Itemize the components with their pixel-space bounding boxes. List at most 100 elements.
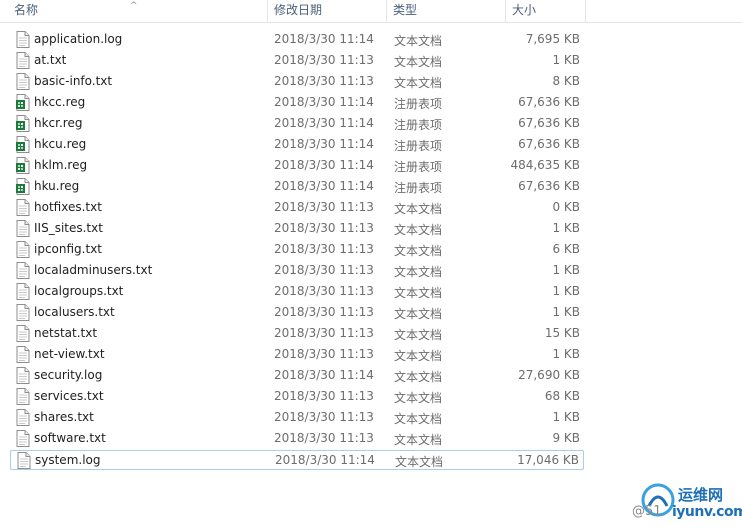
file-name: netstat.txt <box>34 326 98 340</box>
file-row[interactable]: hkcu.reg 2018/3/30 11:14 注册表项 67,636 KB <box>10 135 584 155</box>
file-modified: 2018/3/30 11:13 <box>274 200 374 214</box>
watermark-site-domain: iyunv.com <box>672 504 742 520</box>
file-row[interactable]: hkcc.reg 2018/3/30 11:14 注册表项 67,636 KB <box>10 93 584 113</box>
column-header-modified[interactable]: 修改日期 <box>268 0 387 22</box>
file-row[interactable]: services.txt 2018/3/30 11:13 文本文档 68 KB <box>10 387 584 407</box>
file-type: 注册表项 <box>394 181 443 195</box>
file-type: 文本文档 <box>394 391 443 405</box>
file-type: 文本文档 <box>394 286 443 300</box>
file-name: security.log <box>34 368 103 382</box>
file-row[interactable]: security.log 2018/3/30 11:14 文本文档 27,690 KB <box>10 366 584 386</box>
file-row[interactable]: hklm.reg 2018/3/30 11:14 注册表项 484,635 KB <box>10 156 584 176</box>
file-row[interactable]: hkcr.reg 2018/3/30 11:14 注册表项 67,636 KB <box>10 114 584 134</box>
file-size: 484,635 KB <box>510 158 580 172</box>
file-modified: 2018/3/30 11:13 <box>274 53 374 67</box>
file-name: hku.reg <box>34 179 80 193</box>
file-name: basic-info.txt <box>34 74 113 88</box>
column-header-name[interactable]: 名称 ^ <box>0 0 268 22</box>
file-size: 67,636 KB <box>518 137 580 151</box>
file-name: software.txt <box>34 431 106 445</box>
file-row[interactable]: localadminusers.txt 2018/3/30 11:13 文本文档 1 … <box>10 261 584 281</box>
file-row[interactable]: at.txt 2018/3/30 11:13 文本文档 1 KB <box>10 51 584 71</box>
file-size: 6 KB <box>552 242 580 256</box>
file-modified: 2018/3/30 11:14 <box>274 116 374 130</box>
file-row[interactable]: shares.txt 2018/3/30 11:13 文本文档 1 KB <box>10 408 584 428</box>
file-row[interactable]: net-view.txt 2018/3/30 11:13 文本文档 1 KB <box>10 345 584 365</box>
file-modified: 2018/3/30 11:13 <box>274 347 374 361</box>
file-type: 注册表项 <box>394 139 443 153</box>
file-modified: 2018/3/30 11:13 <box>274 284 374 298</box>
file-type: 文本文档 <box>394 34 443 48</box>
file-size: 27,690 KB <box>518 368 580 382</box>
file-modified: 2018/3/30 11:13 <box>274 410 374 424</box>
file-name: hotfixes.txt <box>34 200 102 214</box>
file-row[interactable]: basic-info.txt 2018/3/30 11:13 文本文档 8 KB <box>10 72 584 92</box>
file-type: 文本文档 <box>394 328 443 342</box>
file-type: 文本文档 <box>395 455 444 469</box>
file-type: 文本文档 <box>394 76 443 90</box>
watermark-prefix: @51 <box>632 504 662 519</box>
file-size: 1 KB <box>552 284 580 298</box>
file-size: 1 KB <box>552 347 580 361</box>
file-row[interactable]: ipconfig.txt 2018/3/30 11:13 文本文档 6 KB <box>10 240 584 260</box>
text-file-icon <box>17 452 31 469</box>
text-file-icon <box>16 325 30 342</box>
file-modified: 2018/3/30 11:13 <box>274 431 374 445</box>
file-name: hkcr.reg <box>34 116 83 130</box>
registry-file-icon <box>16 94 30 111</box>
file-type: 文本文档 <box>394 412 443 426</box>
file-name: net-view.txt <box>34 347 105 361</box>
registry-file-icon <box>16 115 30 132</box>
watermark: @51 运维网 iyunv.com <box>632 478 742 527</box>
column-header-bar: 名称 ^ 修改日期 类型 大小 <box>0 0 742 23</box>
file-row[interactable]: IIS_sites.txt 2018/3/30 11:13 文本文档 1 KB <box>10 219 584 239</box>
column-header-type[interactable]: 类型 <box>387 0 506 22</box>
file-modified: 2018/3/30 11:13 <box>274 389 374 403</box>
file-row[interactable]: netstat.txt 2018/3/30 11:13 文本文档 15 KB <box>10 324 584 344</box>
registry-file-icon <box>16 157 30 174</box>
file-modified: 2018/3/30 11:14 <box>274 158 374 172</box>
text-file-icon <box>16 304 30 321</box>
text-file-icon <box>16 199 30 216</box>
text-file-icon <box>16 262 30 279</box>
file-size: 0 KB <box>552 200 580 214</box>
file-size: 67,636 KB <box>518 179 580 193</box>
file-modified: 2018/3/30 11:14 <box>274 95 374 109</box>
file-row[interactable]: hotfixes.txt 2018/3/30 11:13 文本文档 0 KB <box>10 198 584 218</box>
file-size: 1 KB <box>552 263 580 277</box>
file-type: 文本文档 <box>394 349 443 363</box>
file-name: localadminusers.txt <box>34 263 153 277</box>
file-name: localgroups.txt <box>34 284 124 298</box>
file-size: 1 KB <box>552 53 580 67</box>
text-file-icon <box>16 52 30 69</box>
text-file-icon <box>16 283 30 300</box>
file-size: 17,046 KB <box>517 453 579 467</box>
file-row[interactable]: application.log 2018/3/30 11:14 文本文档 7,695 … <box>10 30 584 50</box>
watermark-site-name: 运维网 <box>678 486 724 504</box>
text-file-icon <box>16 430 30 447</box>
text-file-icon <box>16 367 30 384</box>
file-row[interactable]: hku.reg 2018/3/30 11:14 注册表项 67,636 KB <box>10 177 584 197</box>
column-header-size[interactable]: 大小 <box>506 0 586 22</box>
file-name: system.log <box>35 453 101 467</box>
file-type: 文本文档 <box>394 433 443 447</box>
file-row[interactable]: software.txt 2018/3/30 11:13 文本文档 9 KB <box>10 429 584 449</box>
file-size: 9 KB <box>552 431 580 445</box>
column-header-modified-label: 修改日期 <box>274 3 323 17</box>
file-size: 7,695 KB <box>525 32 580 46</box>
text-file-icon <box>16 346 30 363</box>
file-modified: 2018/3/30 11:14 <box>274 32 374 46</box>
text-file-icon <box>16 409 30 426</box>
file-size: 67,636 KB <box>518 95 580 109</box>
text-file-icon <box>16 388 30 405</box>
registry-file-icon <box>16 136 30 153</box>
file-row[interactable]: localusers.txt 2018/3/30 11:13 文本文档 1 KB <box>10 303 584 323</box>
file-size: 8 KB <box>552 74 580 88</box>
file-row[interactable]: system.log 2018/3/30 11:14 文本文档 17,046 KB <box>10 450 584 470</box>
file-row[interactable]: localgroups.txt 2018/3/30 11:13 文本文档 1 KB <box>10 282 584 302</box>
file-type: 文本文档 <box>394 370 443 384</box>
file-modified: 2018/3/30 11:13 <box>274 242 374 256</box>
file-name: localusers.txt <box>34 305 115 319</box>
text-file-icon <box>16 73 30 90</box>
file-name: ipconfig.txt <box>34 242 102 256</box>
